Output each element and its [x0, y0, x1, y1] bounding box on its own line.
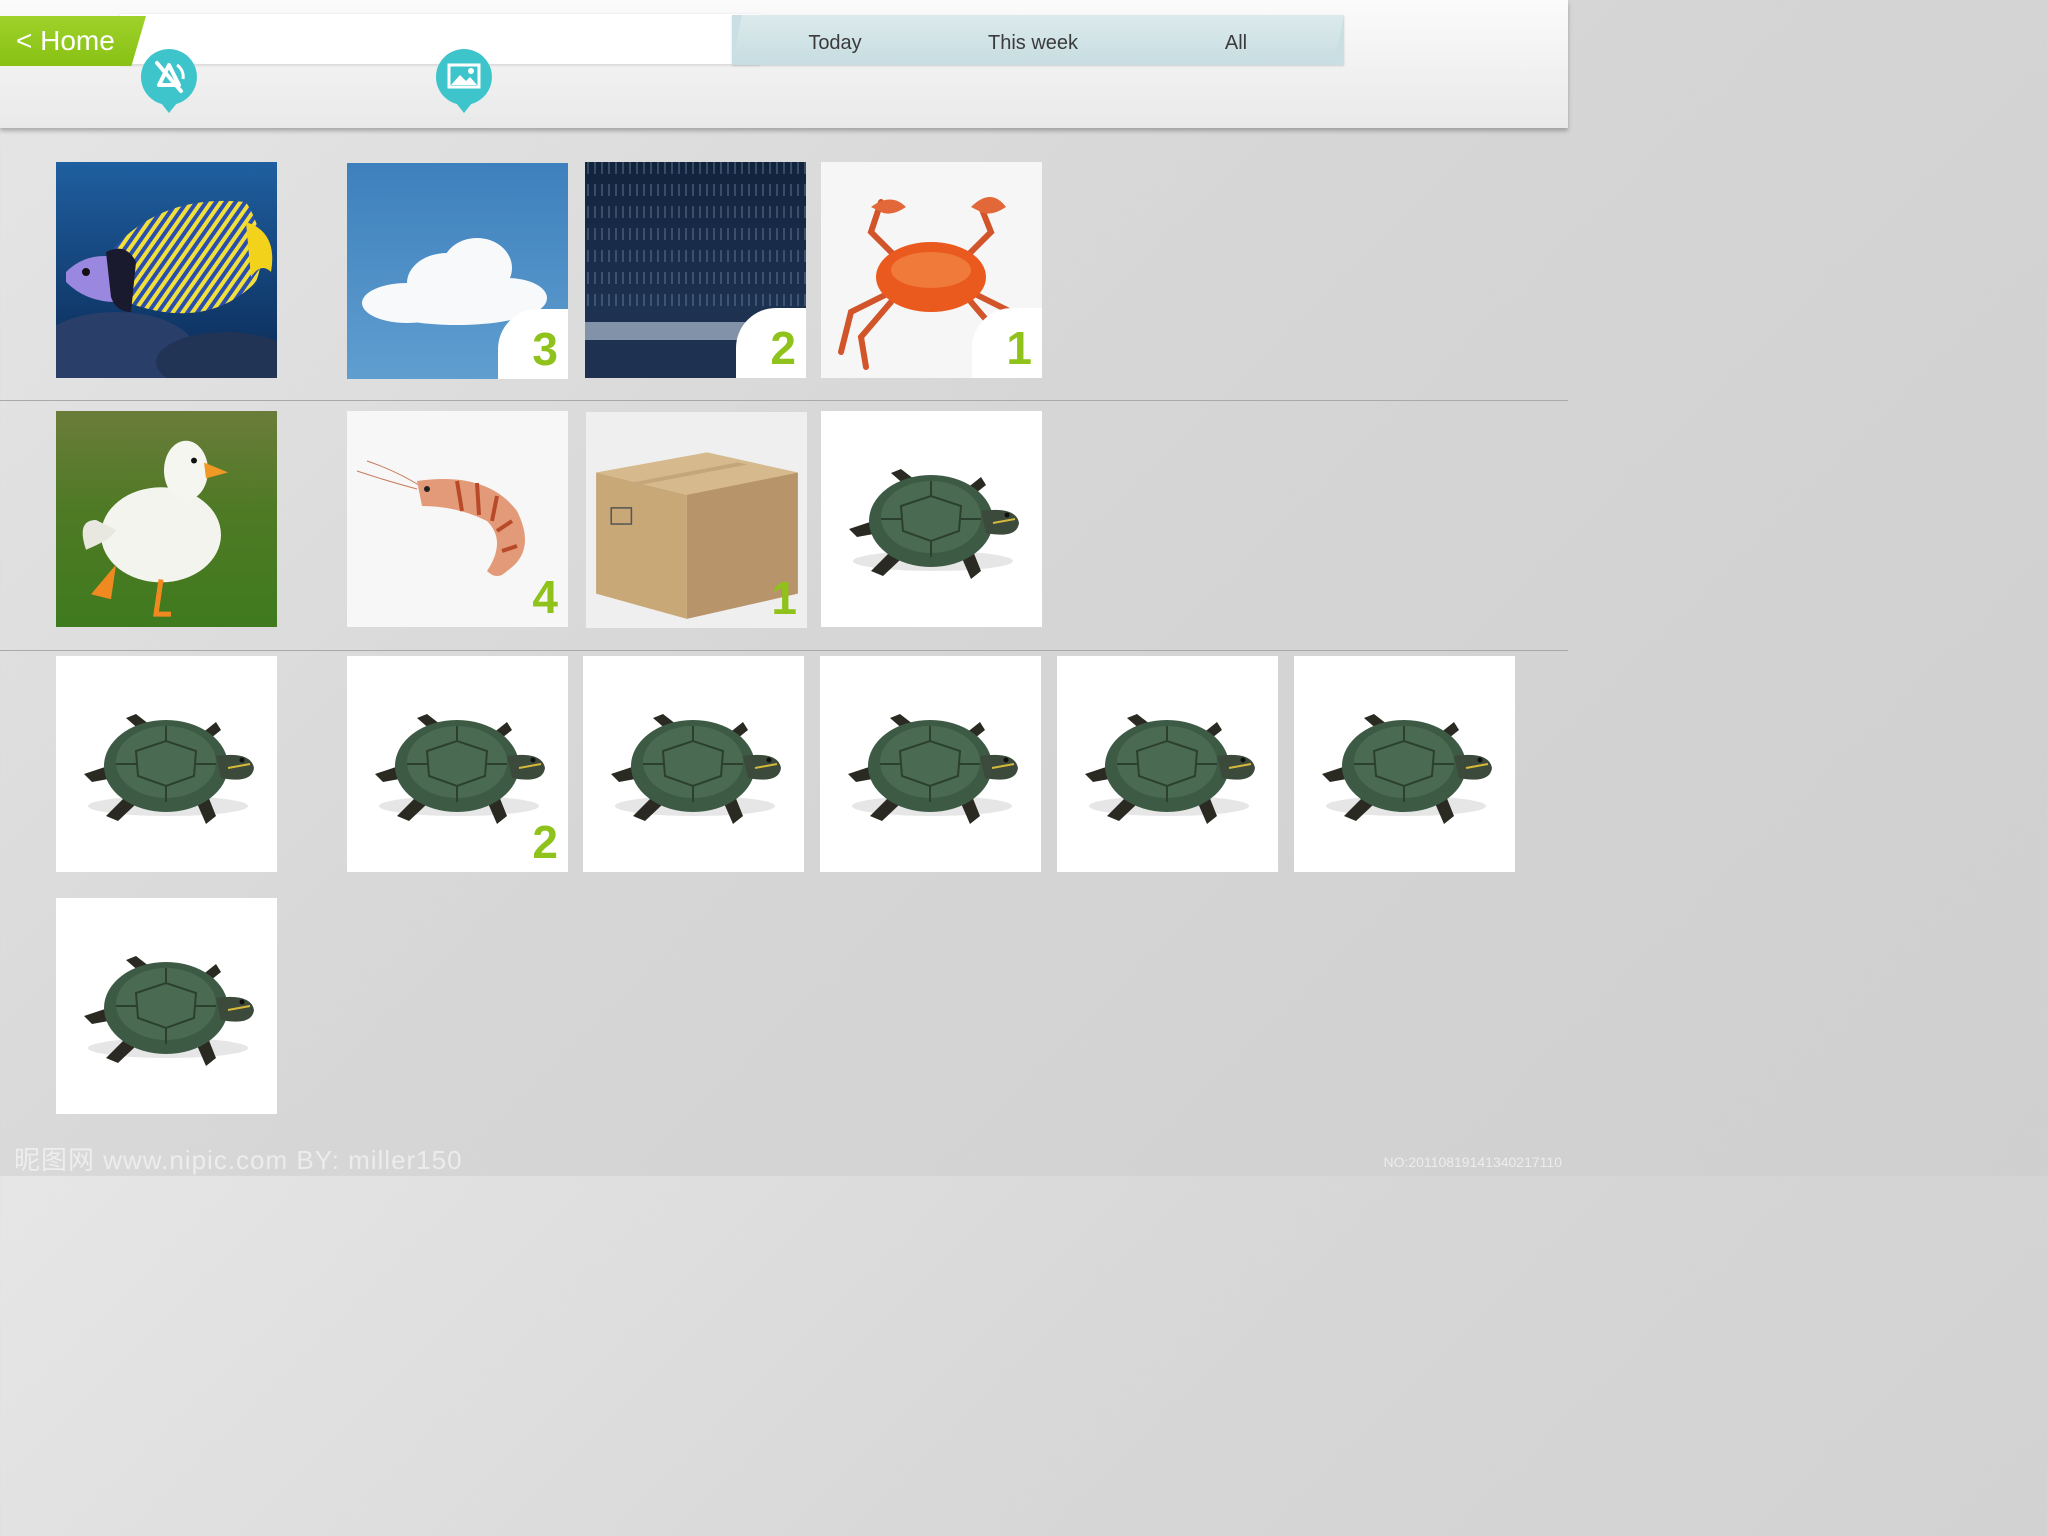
tile-rain[interactable]: 2: [585, 162, 806, 378]
tile-duck[interactable]: [56, 411, 277, 627]
row-separator: [0, 650, 1568, 651]
tile-turtle[interactable]: [1057, 656, 1278, 872]
tab-today[interactable]: Today: [732, 15, 938, 65]
tile-cardboard-box[interactable]: 1: [586, 412, 807, 628]
tile-turtle[interactable]: [56, 656, 277, 872]
watermark: 昵图网 www.nipic.com BY: miller150: [14, 1145, 463, 1175]
tile-turtle[interactable]: [821, 411, 1042, 627]
filter-tabs: Today This week All: [732, 15, 1344, 65]
tile-turtle[interactable]: [583, 656, 804, 872]
tab-this-week[interactable]: This week: [928, 15, 1138, 65]
tile-shrimp[interactable]: 4: [347, 411, 568, 627]
tile-turtle[interactable]: 2: [347, 656, 568, 872]
tile-crab[interactable]: 1: [821, 162, 1042, 378]
tile-tropical-fish[interactable]: [56, 162, 277, 378]
image-icon[interactable]: [434, 47, 494, 115]
top-bar: < Home Today This week All: [0, 0, 1568, 128]
tile-turtle[interactable]: [1294, 656, 1515, 872]
tile-turtle[interactable]: [56, 898, 277, 1114]
tile-cloud[interactable]: 3: [347, 163, 568, 379]
row-separator: [0, 400, 1568, 401]
no-audio-icon[interactable]: [139, 47, 199, 115]
home-button[interactable]: < Home: [0, 16, 146, 66]
tab-all[interactable]: All: [1128, 15, 1344, 65]
watermark-id: NO:20110819141340217110: [1383, 1154, 1562, 1170]
tile-turtle[interactable]: [820, 656, 1041, 872]
